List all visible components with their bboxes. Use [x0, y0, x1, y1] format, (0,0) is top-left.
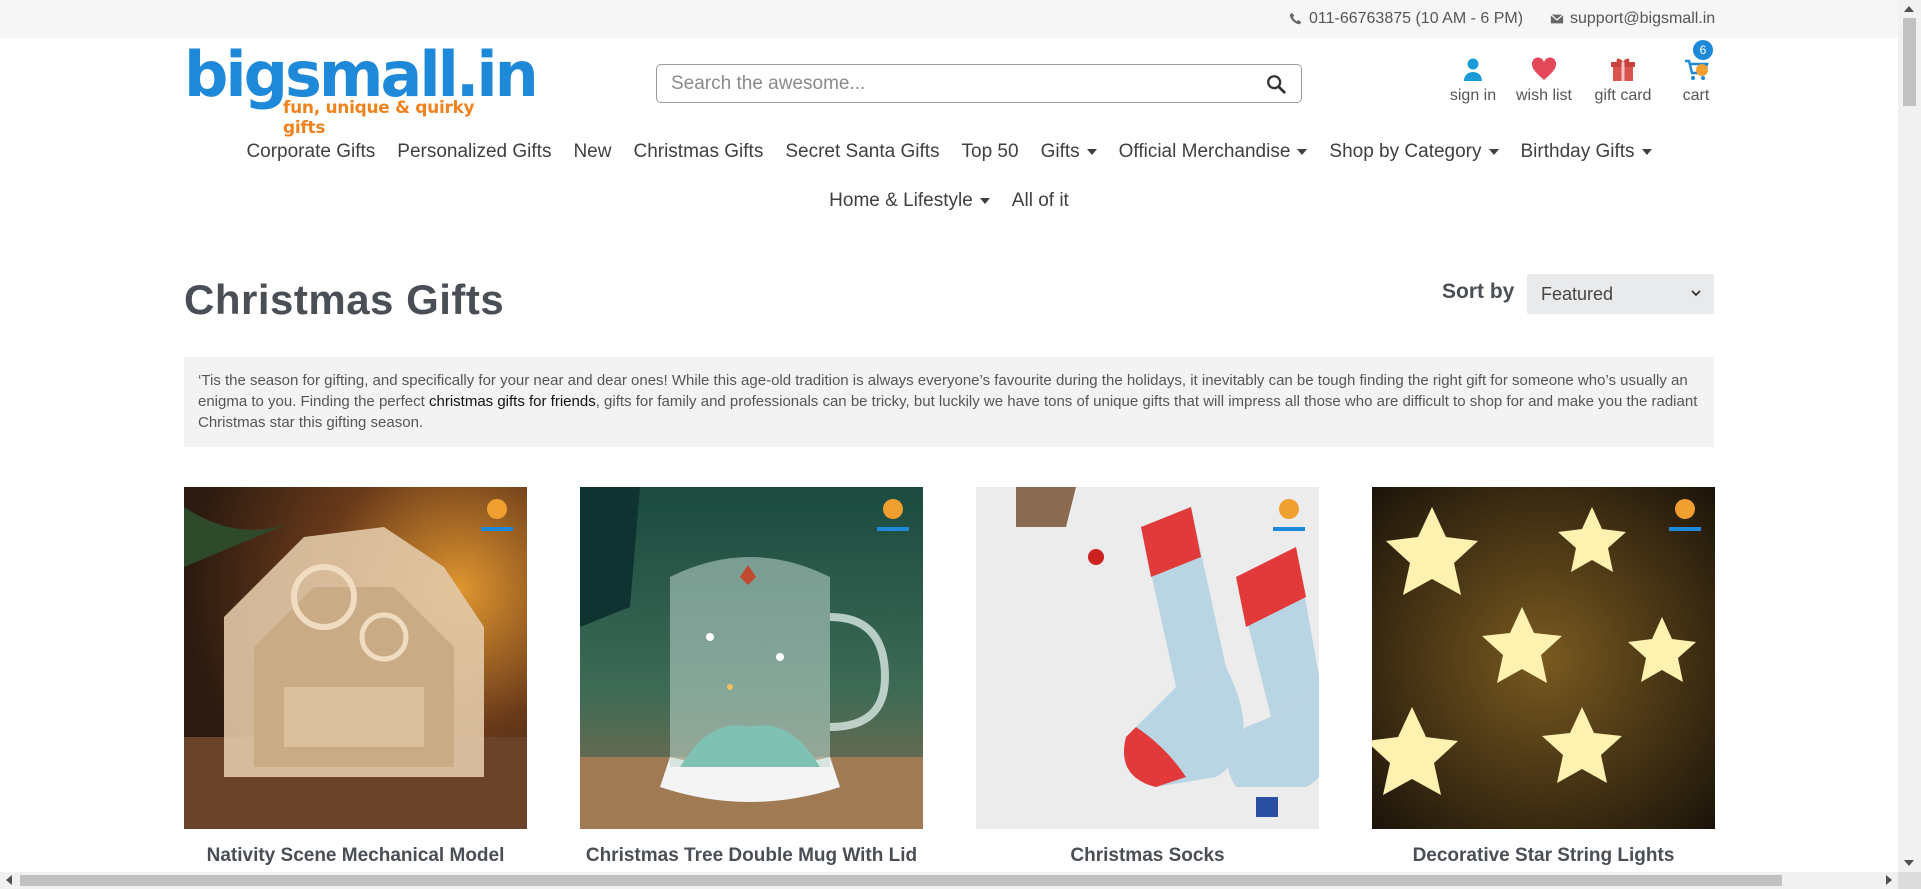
site-logo[interactable]: bigsmall.in fun, unique & quirky gifts [184, 38, 539, 139]
nav-item[interactable]: New [573, 141, 611, 163]
signin-label: sign in [1449, 87, 1497, 104]
cart-count-badge: 6 [1693, 40, 1713, 60]
mail-icon [1550, 14, 1564, 24]
giftcard-label: gift card [1594, 87, 1652, 104]
user-icon [1464, 58, 1482, 81]
nav-item[interactable]: Secret Santa Gifts [785, 141, 939, 163]
nav-item[interactable]: Official Merchandise [1119, 141, 1308, 163]
search-input[interactable] [671, 71, 1261, 97]
nav-item-label: Personalized Gifts [397, 141, 552, 162]
signin-button[interactable]: sign in [1448, 55, 1498, 105]
phone-icon [1289, 12, 1302, 25]
product-image-nativity[interactable] [184, 487, 527, 829]
product-image-socks[interactable] [976, 487, 1319, 829]
sort-selected-value: Featured [1541, 283, 1614, 304]
vertical-scroll-thumb[interactable] [1903, 18, 1916, 106]
phone-contact[interactable]: 011-66763875 (10 AM - 6 PM) [1289, 10, 1523, 28]
scroll-right-arrow-icon[interactable] [1886, 875, 1892, 885]
product-name[interactable]: Nativity Scene Mechanical Model [184, 845, 527, 867]
description-link[interactable]: christmas gifts for friends [429, 393, 596, 410]
scroll-left-arrow-icon[interactable] [6, 875, 12, 885]
caret-down-icon [979, 198, 990, 204]
product-card[interactable]: Christmas Tree Double Mug With Lid [580, 487, 923, 867]
nav-item-label: All of it [1011, 190, 1069, 211]
logo-tagline: fun, unique & quirky gifts [283, 98, 475, 138]
nav-item[interactable]: Corporate Gifts [246, 141, 375, 163]
nav-item-label: Official Merchandise [1118, 141, 1291, 162]
nav-item[interactable]: Personalized Gifts [397, 141, 551, 163]
scroll-up-arrow-icon[interactable] [1904, 6, 1914, 12]
logo-wordmark: bigsmall.in [184, 38, 539, 111]
phone-number: 011-66763875 (10 AM - 6 PM) [1309, 10, 1524, 27]
search-box [656, 64, 1302, 103]
caret-down-icon [1641, 149, 1652, 155]
giftcard-button[interactable]: gift card [1592, 55, 1654, 105]
horizontal-scroll-thumb[interactable] [20, 875, 1782, 886]
scroll-down-arrow-icon[interactable] [1904, 860, 1914, 866]
wishlist-button[interactable]: wish list [1513, 55, 1575, 105]
scrollbar-corner [1898, 872, 1921, 889]
brand-watermark-icon [877, 499, 909, 531]
gift-icon [1611, 58, 1635, 81]
nav-item[interactable]: Shop by Category [1329, 141, 1499, 163]
chevron-down-icon [1691, 290, 1701, 297]
category-description: ‘Tis the season for gifting, and specifi… [184, 357, 1714, 447]
brand-watermark-icon [1669, 499, 1701, 531]
nav-item[interactable]: Home & Lifestyle [829, 190, 990, 212]
wishlist-label: wish list [1515, 87, 1572, 104]
brand-watermark-icon [481, 499, 513, 531]
nav-item-label: Top 50 [961, 141, 1019, 162]
caret-down-icon [1297, 149, 1308, 155]
caret-down-icon [1086, 149, 1097, 155]
product-image-mug[interactable] [580, 487, 923, 829]
nav-item-label: Birthday Gifts [1520, 141, 1635, 162]
top-info-bar: 011-66763875 (10 AM - 6 PM) support@bigs… [0, 0, 1898, 38]
cart-button[interactable]: 6 cart [1676, 40, 1716, 105]
product-image-star-lights[interactable] [1372, 487, 1715, 829]
nav-item-label: Home & Lifestyle [829, 190, 973, 211]
nav-item[interactable]: Birthday Gifts [1521, 141, 1652, 163]
brand-watermark-icon [1273, 499, 1305, 531]
nav-item-label: Secret Santa Gifts [785, 141, 940, 162]
nav-item-label: Christmas Gifts [633, 141, 764, 162]
product-name[interactable]: Christmas Tree Double Mug With Lid [580, 845, 923, 867]
product-card[interactable]: Nativity Scene Mechanical Model [184, 487, 527, 867]
email-contact[interactable]: support@bigsmall.in [1550, 10, 1715, 28]
sort-select[interactable]: Featured [1527, 274, 1714, 314]
cart-label: cart [1682, 87, 1710, 104]
product-card[interactable]: Christmas Socks [976, 487, 1319, 867]
nav-item-label: New [573, 141, 612, 162]
heart-icon [1531, 57, 1557, 80]
email-address: support@bigsmall.in [1570, 10, 1716, 27]
nav-item[interactable]: Gifts [1041, 141, 1097, 163]
caret-down-icon [1488, 149, 1499, 155]
horizontal-scrollbar[interactable] [0, 872, 1898, 889]
product-card[interactable]: Decorative Star String Lights [1372, 487, 1715, 867]
page-title: Christmas Gifts [184, 276, 505, 323]
search-icon[interactable] [1265, 73, 1287, 95]
nav-item[interactable]: Top 50 [962, 141, 1019, 163]
vertical-scrollbar[interactable] [1898, 0, 1921, 872]
nav-item-label: Shop by Category [1329, 141, 1482, 162]
product-name[interactable]: Decorative Star String Lights [1372, 845, 1715, 867]
nav-item[interactable]: Christmas Gifts [633, 141, 763, 163]
main-nav: Corporate Gifts Personalized Gifts New Chri… [0, 141, 1898, 163]
main-nav-row2: Home & Lifestyle All of it [0, 190, 1898, 212]
nav-item-label: Corporate Gifts [246, 141, 376, 162]
sort-label: Sort by [1442, 280, 1515, 303]
nav-item[interactable]: All of it [1012, 190, 1069, 212]
nav-item-label: Gifts [1040, 141, 1080, 162]
product-name[interactable]: Christmas Socks [976, 845, 1319, 867]
